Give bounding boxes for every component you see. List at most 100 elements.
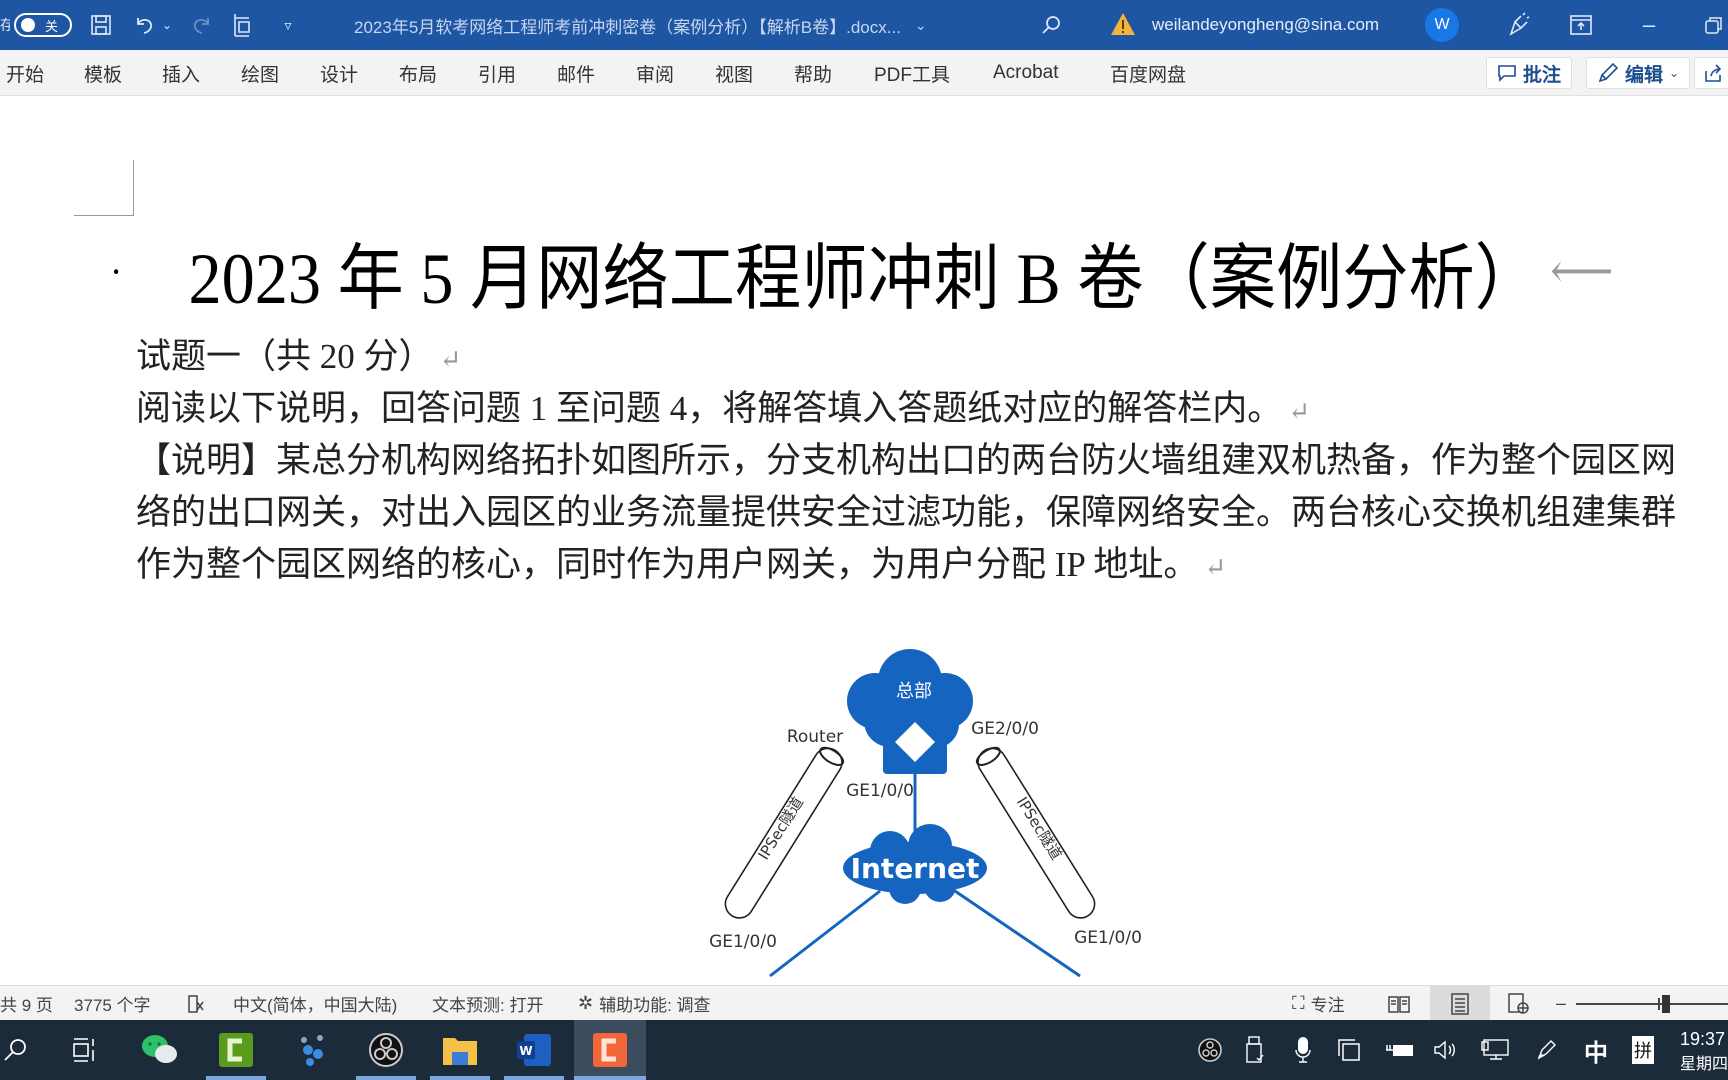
port-label-ge100-top: GE1/0/0 — [846, 781, 914, 801]
document-title-text: 2023年5月软考网络工程师考前冲刺密卷（案例分析）【解析B卷】.docx... — [354, 17, 901, 37]
page-count[interactable]: 共 9 页 — [0, 986, 53, 1021]
format-painter-icon[interactable] — [228, 0, 258, 50]
print-layout-icon[interactable] — [1430, 986, 1490, 1021]
active-indicator — [206, 1076, 266, 1080]
document-heading: · 2023 年 5 月网络工程师冲刺 B 卷（案例分析） ⟵ — [110, 226, 1614, 319]
ime-language-indicator[interactable]: 中 — [1578, 1020, 1614, 1080]
autosave-label: 存 — [0, 17, 10, 33]
web-layout-icon[interactable] — [1508, 986, 1530, 1021]
battery-charging-icon[interactable] — [1382, 1020, 1416, 1080]
link-internet-right — [954, 889, 1081, 978]
share-button[interactable] — [1694, 57, 1728, 89]
warning-icon[interactable] — [1110, 12, 1136, 36]
question-title: 试题一（共 20 分） ↵ — [136, 328, 461, 379]
pen-ink-icon[interactable] — [1530, 1020, 1564, 1080]
tab-mailings[interactable]: 邮件 — [557, 50, 595, 96]
focus-icon: ⛶ — [1292, 993, 1305, 1013]
avatar[interactable]: W — [1425, 8, 1459, 42]
tab-review[interactable]: 审阅 — [636, 50, 674, 96]
copy-windows-icon[interactable] — [1334, 1020, 1364, 1080]
description-line: 【说明】某总分机构网络拓扑如图所示，分支机构出口的两台防火墙组建双机热备，作为整… — [136, 441, 1677, 480]
restore-icon[interactable] — [1700, 0, 1728, 50]
status-bar: 共 9 页 3775 个字 中文(简体，中国大陆) 文本预测: 打开 ✲ 辅助功… — [0, 985, 1728, 1021]
minimize-icon[interactable]: – — [1634, 0, 1664, 50]
designer-pen-icon[interactable] — [1500, 0, 1536, 50]
zoom-out-button[interactable]: – — [1556, 986, 1566, 1021]
clock-time: 19:37 — [1680, 1029, 1726, 1049]
ime-mode-text: 拼 — [1632, 1036, 1654, 1064]
camtasia-recorder-icon[interactable] — [214, 1028, 258, 1072]
heading-bullet: · — [110, 248, 123, 294]
comments-button[interactable]: 批注 — [1486, 57, 1573, 89]
microphone-icon[interactable] — [1288, 1020, 1318, 1080]
pencil-icon — [1598, 62, 1619, 83]
paragraph-mark-icon: ↵ — [1288, 397, 1311, 426]
ribbon-display-icon[interactable] — [1566, 0, 1596, 50]
search-icon[interactable] — [0, 1028, 38, 1072]
obs-studio-icon[interactable] — [364, 1028, 408, 1072]
port-label-ge100-left: GE1/0/0 — [709, 932, 777, 952]
file-explorer-icon[interactable] — [438, 1028, 482, 1072]
tab-templates[interactable]: 模板 — [84, 50, 122, 96]
read-mode-icon[interactable] — [1388, 986, 1410, 1021]
hq-label: 总部 — [896, 681, 932, 702]
autosave-state: 关 — [45, 18, 59, 34]
tab-help[interactable]: 帮助 — [794, 50, 832, 96]
network-app-icon[interactable] — [290, 1028, 334, 1072]
user-account-email[interactable]: weilandeyongheng@sina.com — [1152, 0, 1379, 50]
tab-baidu-netdisk[interactable]: 百度网盘 — [1110, 50, 1186, 96]
margin-corner-mark — [74, 160, 134, 216]
tab-acrobat[interactable]: Acrobat — [993, 50, 1058, 96]
autosave-toggle-group[interactable]: 存 关 — [0, 13, 72, 37]
tab-layout[interactable]: 布局 — [399, 50, 437, 96]
router-label: Router — [787, 727, 843, 747]
wechat-icon[interactable] — [138, 1028, 182, 1072]
tab-draw[interactable]: 绘图 — [241, 50, 279, 96]
obs-tray-icon[interactable] — [1192, 1020, 1228, 1080]
text-prediction-status[interactable]: 文本预测: 打开 — [432, 986, 543, 1021]
usb-device-icon[interactable] — [1240, 1020, 1270, 1080]
description-text: 作为整个园区网络的核心，同时作为用户网关，为用户分配 IP 地址。 — [136, 545, 1199, 584]
customize-toolbar-icon[interactable]: ▿ — [278, 0, 298, 50]
focus-mode-button[interactable]: ⛶ 专注 — [1292, 986, 1345, 1021]
volume-icon[interactable] — [1430, 1020, 1464, 1080]
port-label-ge200: GE2/0/0 — [971, 719, 1039, 739]
comment-icon — [1498, 65, 1516, 82]
editing-mode-button[interactable]: 编辑 ⌄ — [1586, 57, 1691, 89]
autosave-toggle[interactable]: 关 — [14, 13, 72, 37]
undo-icon[interactable] — [130, 0, 160, 50]
word-count[interactable]: 3775 个字 — [74, 986, 151, 1021]
network-topology-diagram[interactable]: 总部 Router GE2/0/0 GE1/0/0 Internet IPSec… — [690, 606, 1170, 985]
word-icon[interactable]: W — [512, 1028, 556, 1072]
accessibility-status[interactable]: ✲ 辅助功能: 调查 — [578, 986, 711, 1021]
task-view-icon[interactable] — [62, 1028, 106, 1072]
zoom-slider[interactable] — [1576, 986, 1728, 1021]
instructions-text: 阅读以下说明，回答问题 1 至问题 4，将解答填入答题纸对应的解答栏内。 — [136, 389, 1283, 428]
paragraph-mark-icon: ↵ — [1204, 553, 1227, 582]
active-indicator — [504, 1076, 564, 1080]
document-page[interactable]: · 2023 年 5 月网络工程师冲刺 B 卷（案例分析） ⟵ 试题一（共 20… — [0, 96, 1728, 985]
windows-taskbar: W 中 拼 19:37 星期四 — [0, 1020, 1728, 1080]
tab-home[interactable]: 开始 — [6, 50, 44, 96]
tab-view[interactable]: 视图 — [715, 50, 753, 96]
language-status[interactable]: 中文(简体，中国大陆) — [233, 986, 397, 1021]
save-icon[interactable] — [86, 0, 116, 50]
document-title[interactable]: 2023年5月软考网络工程师考前冲刺密卷（案例分析）【解析B卷】.docx...… — [354, 0, 927, 50]
tab-design[interactable]: 设计 — [320, 50, 358, 96]
tab-references[interactable]: 引用 — [478, 50, 516, 96]
network-status-icon[interactable] — [1478, 1020, 1512, 1080]
camtasia-editor-icon[interactable] — [588, 1028, 632, 1072]
active-indicator — [430, 1076, 490, 1080]
redo-icon[interactable] — [186, 0, 216, 50]
proofing-icon[interactable] — [186, 986, 206, 1021]
search-icon[interactable] — [1036, 0, 1066, 50]
undo-dropdown-icon[interactable]: ⌄ — [160, 0, 174, 50]
tab-insert[interactable]: 插入 — [162, 50, 200, 96]
tab-pdf-tools[interactable]: PDF工具 — [874, 50, 950, 96]
ribbon-tabs: 开始 模板 插入 绘图 设计 布局 引用 邮件 审阅 视图 帮助 PDF工具 A… — [0, 50, 1728, 96]
taskbar-clock[interactable]: 19:37 星期四 — [1680, 1026, 1728, 1078]
ime-mode-indicator[interactable]: 拼 — [1628, 1020, 1658, 1080]
paragraph-mark-icon: ⟵ — [1550, 245, 1614, 298]
accessibility-icon: ✲ — [578, 993, 594, 1013]
title-bar: 存 关 ⌄ ▿ 2023年5月软考网络工程师考前冲刺密卷（案例分析）【解析B卷】… — [0, 0, 1728, 50]
